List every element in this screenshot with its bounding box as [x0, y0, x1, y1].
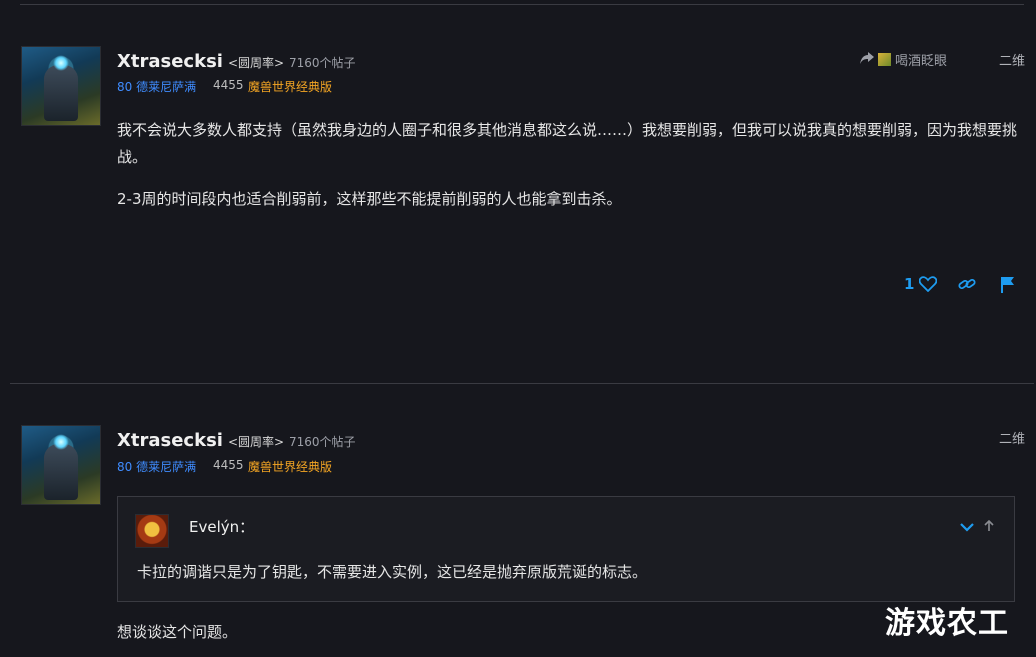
- author-name[interactable]: Xtrasecksi: [117, 51, 223, 72]
- post-count: 7160个帖子: [289, 435, 356, 449]
- reply-to-indicator[interactable]: 喝酒眨眼: [860, 50, 947, 69]
- game-badge: 魔兽世界经典版: [248, 80, 333, 94]
- post-paragraph: 2-3周的时间段内也适合削弱前，这样那些不能提前削弱的人也能拿到击杀。: [117, 190, 622, 208]
- chevron-down-icon[interactable]: [960, 517, 974, 536]
- reply-to-name: 喝酒眨眼: [895, 54, 948, 69]
- like-count: 1: [904, 275, 915, 293]
- game-badge: 魔兽世界经典版: [248, 460, 333, 474]
- top-divider: [20, 4, 1024, 5]
- achievement-points: 4455: [213, 458, 244, 472]
- post-date[interactable]: 二维: [999, 50, 1025, 69]
- helm-graphic: [44, 444, 78, 500]
- quote-avatar: [135, 514, 169, 548]
- glow-graphic: [53, 55, 69, 71]
- heart-icon[interactable]: [918, 276, 938, 296]
- arrow-up-icon[interactable]: [984, 517, 994, 536]
- avatar[interactable]: [21, 425, 101, 505]
- post-count: 7160个帖子: [289, 56, 356, 70]
- flag-icon[interactable]: [1000, 276, 1016, 298]
- helm-graphic: [44, 65, 78, 121]
- quote-block: Evelýn： 卡拉的调谐只是为了钥匙，不需要进入实例，这已经是抛弃原版荒诞的标…: [117, 496, 1015, 602]
- achievement-points: 4455: [213, 78, 244, 92]
- post-paragraph: 我不会说大多数人都支持（虽然我身边的人圈子和很多其他消息都这么说……）我想要削弱…: [117, 121, 1018, 166]
- link-icon[interactable]: [958, 276, 976, 296]
- glow-graphic: [53, 434, 69, 450]
- quote-text: 卡拉的调谐只是为了钥匙，不需要进入实例，这已经是抛弃原版荒诞的标志。: [137, 563, 648, 581]
- level-class: 80 德莱尼萨满: [117, 460, 197, 474]
- author-title: <圆周率>: [228, 435, 285, 449]
- avatar[interactable]: [21, 46, 101, 126]
- reply-avatar: [878, 53, 891, 66]
- post-paragraph: 想谈谈这个问题。: [117, 623, 238, 641]
- post-divider: [10, 383, 1034, 384]
- post-actions: 1: [0, 275, 1036, 295]
- author-title: <圆周率>: [228, 56, 285, 70]
- watermark: 游戏农工: [885, 606, 1009, 641]
- author-name[interactable]: Xtrasecksi: [117, 430, 223, 451]
- share-arrow-icon: [860, 51, 874, 68]
- post-date[interactable]: 二维: [999, 428, 1025, 447]
- level-class: 80 德莱尼萨满: [117, 80, 197, 94]
- quote-author[interactable]: Evelýn：: [189, 516, 254, 537]
